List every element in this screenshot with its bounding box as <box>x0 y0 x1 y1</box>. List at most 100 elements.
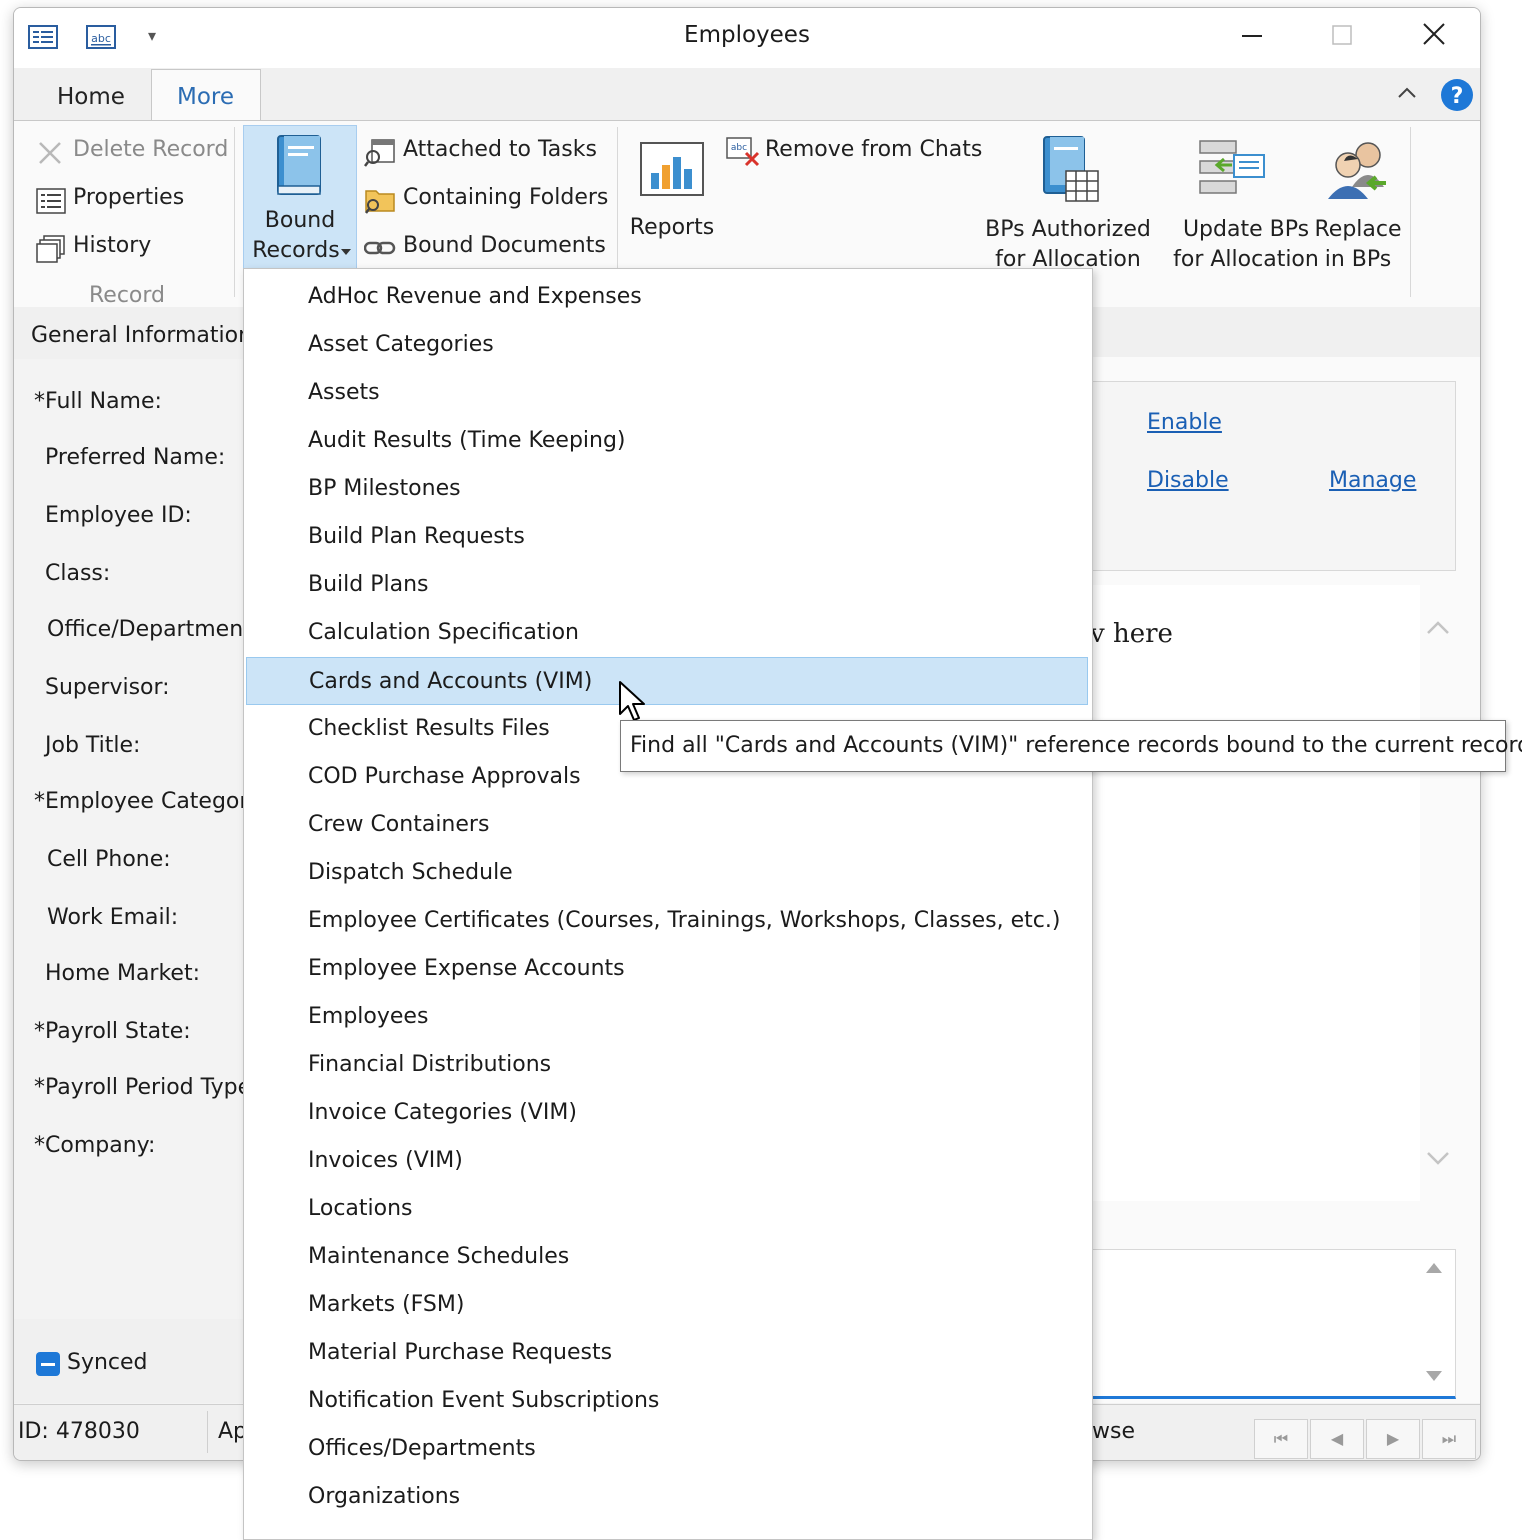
menu-item[interactable]: Dispatch Schedule <box>244 849 1092 895</box>
menu-item[interactable]: Material Purchase Requests <box>244 1329 1092 1375</box>
bps-authorized-label-1: BPs Authorized <box>985 217 1151 242</box>
remove-chat-icon: abc <box>726 137 760 167</box>
containing-folders-label: Containing Folders <box>403 185 609 210</box>
history-icon <box>36 235 65 263</box>
attached-to-tasks-label: Attached to Tasks <box>403 137 597 162</box>
maximize-button[interactable] <box>1322 20 1362 56</box>
close-button[interactable] <box>1414 20 1454 56</box>
link-icon <box>364 241 396 255</box>
previous-record-button[interactable]: ◀ <box>1310 1419 1364 1459</box>
menu-item[interactable]: Financial Distributions <box>244 1041 1092 1087</box>
properties-icon <box>36 188 66 214</box>
menu-item[interactable]: BP Milestones <box>244 465 1092 511</box>
field-label: Cell Phone: <box>47 847 171 872</box>
bp-grid-icon <box>1043 136 1099 202</box>
synced-label: Synced <box>67 1350 148 1375</box>
menu-item[interactable]: Markets (FSM) <box>244 1281 1092 1327</box>
first-record-button[interactable]: ⏮ <box>1254 1419 1308 1459</box>
field-label: *Payroll State: <box>34 1019 191 1044</box>
field-label: Job Title: <box>45 733 141 758</box>
menu-item-highlighted[interactable]: Cards and Accounts (VIM) <box>246 657 1088 705</box>
record-id: ID: 478030 <box>18 1419 140 1444</box>
manage-link[interactable]: Manage <box>1329 468 1416 493</box>
menu-item[interactable]: Invoices (VIM) <box>244 1137 1092 1183</box>
ribbon-separator <box>1410 127 1411 297</box>
menu-item[interactable]: Calculation Specification <box>244 609 1092 655</box>
menu-item[interactable]: Notification Event Subscriptions <box>244 1377 1092 1423</box>
update-bps-label-2: for Allocation <box>1173 247 1319 272</box>
delete-record-label: Delete Record <box>73 137 229 162</box>
update-bps-button[interactable]: Update BPs for Allocation <box>1154 131 1319 272</box>
field-label: Home Market: <box>45 961 200 986</box>
field-label: *Payroll Period Type <box>34 1075 252 1100</box>
tasks-icon <box>364 139 395 167</box>
scroll-down-icon[interactable] <box>1426 1149 1450 1169</box>
history-label: History <box>73 233 152 258</box>
menu-item[interactable]: Invoice Categories (VIM) <box>244 1089 1092 1135</box>
menu-item[interactable]: Assets <box>244 369 1092 415</box>
status-separator <box>207 1411 208 1453</box>
menu-item[interactable]: Locations <box>244 1185 1092 1231</box>
field-label: *Full Name: <box>34 389 162 414</box>
close-icon <box>1423 23 1445 45</box>
comment-box[interactable] <box>1088 1249 1456 1399</box>
menu-item[interactable]: Asset Categories <box>244 321 1092 367</box>
folder-search-icon <box>365 190 395 214</box>
tab-more[interactable]: More <box>177 84 234 110</box>
field-label: Work Email: <box>47 905 179 930</box>
field-label: Preferred Name: <box>45 445 226 470</box>
update-bps-label-1: Update BPs <box>1182 217 1310 242</box>
replace-in-bps-button[interactable]: Replace in BPs <box>1312 131 1404 272</box>
menu-item[interactable]: Maintenance Schedules <box>244 1233 1092 1279</box>
tooltip-text: Find all "Cards and Accounts (VIM)" refe… <box>630 733 1522 758</box>
record-group-label: Record <box>89 283 166 308</box>
replace-users-icon <box>1328 142 1386 199</box>
field-label: Employee ID: <box>45 503 192 528</box>
scroll-up-icon[interactable] <box>1425 1260 1443 1274</box>
enable-link[interactable]: Enable <box>1147 410 1222 435</box>
help-icon[interactable]: ? <box>1440 78 1474 116</box>
tooltip: Find all "Cards and Accounts (VIM)" refe… <box>620 720 1522 772</box>
tab-home[interactable]: Home <box>57 84 125 110</box>
menu-item[interactable]: Organizations <box>244 1473 1092 1519</box>
status-box: Enable Disable Manage <box>1088 381 1456 571</box>
bound-records-label-2: Records <box>252 238 340 263</box>
bps-authorized-button[interactable]: BPs Authorized for Allocation <box>982 131 1154 272</box>
menu-item[interactable]: Employees <box>244 993 1092 1039</box>
remove-from-chats-label: Remove from Chats <box>765 137 983 162</box>
menu-item[interactable]: Audit Results (Time Keeping) <box>244 417 1092 463</box>
book-icon <box>277 135 321 195</box>
section-title: General Information <box>31 323 253 348</box>
browse-label[interactable]: wse <box>1092 1419 1135 1444</box>
notes-text: v here <box>1090 619 1173 649</box>
menu-item[interactable]: AdHoc Revenue and Expenses <box>244 273 1092 319</box>
properties-label: Properties <box>73 185 185 210</box>
svg-text:?: ? <box>1451 84 1464 109</box>
maximize-icon <box>1332 25 1352 45</box>
synced-toggle-icon <box>36 1352 60 1376</box>
menu-item[interactable]: Employee Expense Accounts <box>244 945 1092 991</box>
delete-icon <box>39 142 61 164</box>
reports-chart-icon <box>640 142 704 196</box>
menu-item[interactable]: Crew Containers <box>244 801 1092 847</box>
ribbon-tabs: Home More ? <box>14 68 1480 122</box>
replace-in-bps-label-2: in BPs <box>1324 247 1392 272</box>
last-record-button[interactable]: ⏭ <box>1422 1419 1476 1459</box>
bound-records-button[interactable]: Bound Records <box>243 125 357 275</box>
disable-link[interactable]: Disable <box>1147 468 1229 493</box>
scroll-down-icon[interactable] <box>1425 1370 1443 1384</box>
reports-label: Reports <box>629 215 715 240</box>
menu-item[interactable]: Employee Certificates (Courses, Training… <box>244 897 1092 943</box>
collapse-ribbon-icon[interactable] <box>1396 82 1418 108</box>
notes-area[interactable]: v here <box>1088 585 1420 1201</box>
menu-item[interactable]: Offices/Departments <box>244 1425 1092 1471</box>
replace-in-bps-label-1: Replace <box>1314 217 1402 242</box>
bound-records-menu: AdHoc Revenue and Expenses Asset Categor… <box>243 268 1093 1540</box>
field-label: Supervisor: <box>45 675 170 700</box>
menu-item[interactable]: Build Plans <box>244 561 1092 607</box>
scroll-up-icon[interactable] <box>1426 617 1450 637</box>
minimize-button[interactable] <box>1232 20 1272 56</box>
next-record-button[interactable]: ▶ <box>1366 1419 1420 1459</box>
reports-button[interactable]: Reports <box>627 131 717 261</box>
menu-item[interactable]: Build Plan Requests <box>244 513 1092 559</box>
